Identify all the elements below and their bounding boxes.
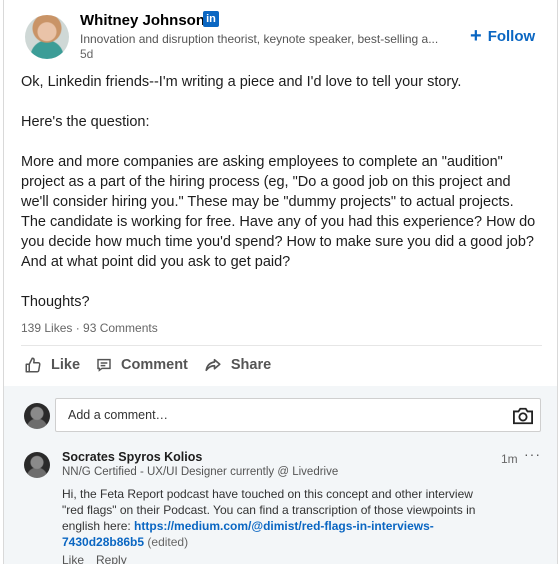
comment-reply-button[interactable]: Reply <box>96 553 127 564</box>
comment-like-button[interactable]: Like <box>62 553 84 564</box>
share-label: Share <box>230 357 272 373</box>
like-button[interactable]: Like <box>24 356 80 374</box>
add-comment-placeholder: Add a comment… <box>68 408 169 422</box>
commenter-avatar[interactable] <box>24 452 50 478</box>
comment-actions: Like Reply <box>62 553 139 564</box>
post-actions: Like Comment Share <box>24 356 287 374</box>
camera-icon[interactable] <box>512 406 534 426</box>
comment-label: Comment <box>121 357 188 373</box>
social-counts[interactable]: 139 Likes · 93 Comments <box>21 321 158 335</box>
follow-button[interactable]: + Follow <box>470 25 536 47</box>
author-headline: Innovation and disruption theorist, keyn… <box>80 32 439 46</box>
thumbs-up-icon <box>25 357 41 373</box>
divider <box>21 345 542 346</box>
post-paragraph: Ok, Linkedin friends--I'm writing a piec… <box>21 74 462 90</box>
post-body: Ok, Linkedin friends--I'm writing a piec… <box>21 72 541 332</box>
comments-section: Add a comment… Socrates Spyros Kolios NN… <box>4 386 557 564</box>
author-avatar[interactable] <box>25 15 69 59</box>
comment-time: 1m <box>501 452 518 466</box>
comment-author-headline: NN/G Certified - UX/UI Designer currentl… <box>62 466 339 478</box>
comment-text: Hi, the Feta Report podcast have touched… <box>62 486 482 550</box>
follow-label: Follow <box>487 27 536 45</box>
post-paragraph: Here's the question: <box>21 114 150 130</box>
author-name[interactable]: Whitney Johnson <box>80 12 205 29</box>
plus-icon: + <box>470 25 482 47</box>
post-card: Whitney Johnson in Innovation and disrup… <box>3 0 558 564</box>
linkedin-icon: in <box>203 11 219 27</box>
viewer-avatar[interactable] <box>24 403 50 429</box>
like-label: Like <box>51 357 81 373</box>
share-button[interactable]: Share <box>204 356 271 374</box>
comment-button[interactable]: Comment <box>96 356 188 374</box>
share-icon <box>205 358 221 372</box>
post-paragraph: More and more companies are asking emplo… <box>21 154 536 270</box>
edited-label: (edited) <box>147 535 189 549</box>
more-options-icon[interactable]: ··· <box>524 446 541 462</box>
add-comment-input[interactable]: Add a comment… <box>55 398 541 432</box>
post-age: 5d <box>80 47 94 61</box>
comment-author[interactable]: Socrates Spyros Kolios <box>62 450 202 464</box>
post-paragraph: Thoughts? <box>21 294 90 310</box>
comment-icon <box>97 358 111 372</box>
